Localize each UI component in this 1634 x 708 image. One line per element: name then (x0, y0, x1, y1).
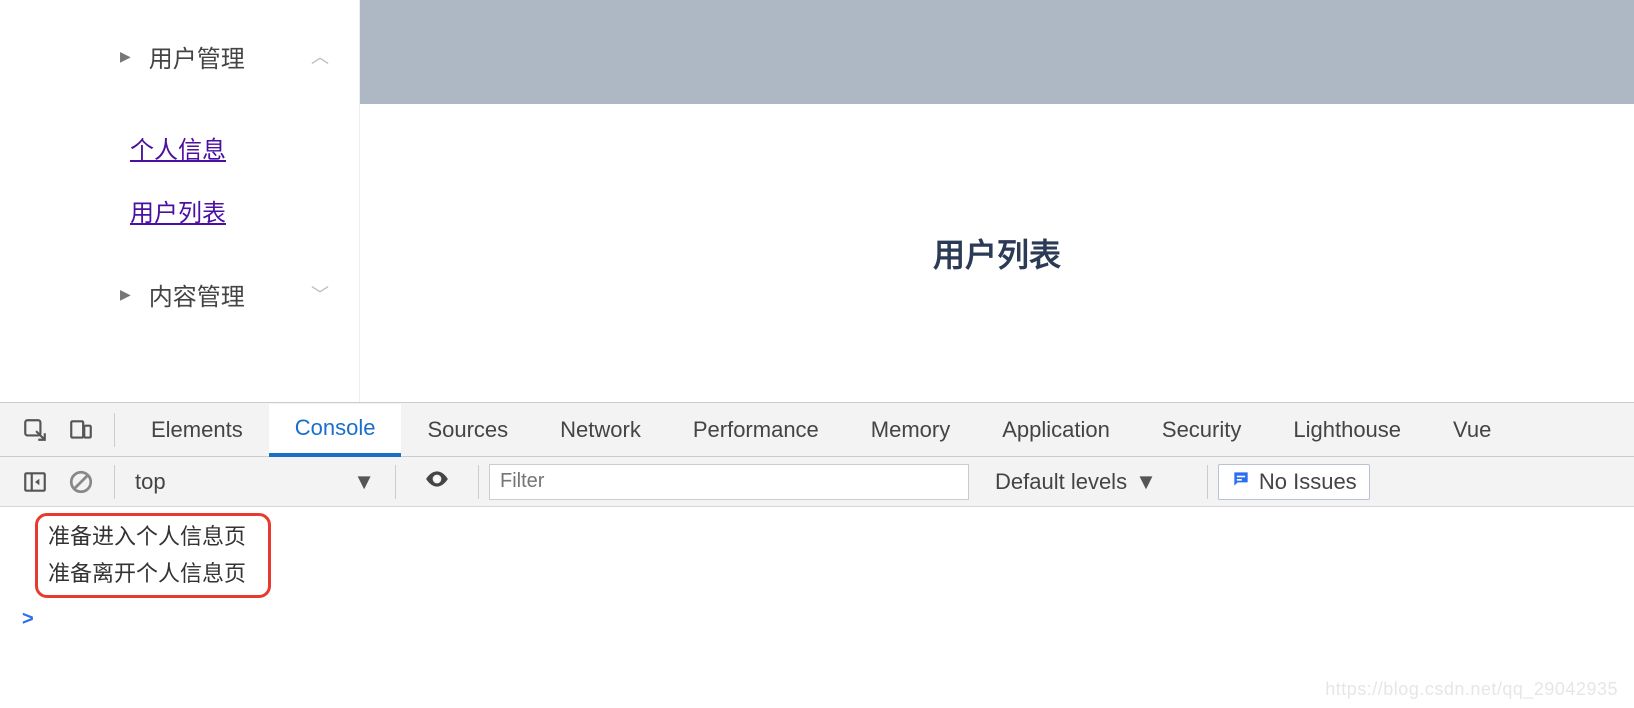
devtools: Elements Console Sources Network Perform… (0, 402, 1634, 631)
clear-console-icon[interactable] (58, 469, 104, 495)
console-prompt[interactable]: > (0, 598, 1634, 631)
sidebar-link-profile[interactable]: 个人信息 (0, 102, 359, 165)
sidebar-item-label: 内容管理 (149, 277, 245, 312)
sidebar-toggle-icon[interactable] (12, 469, 58, 495)
tab-console[interactable]: Console (269, 404, 402, 457)
tab-application[interactable]: Application (976, 403, 1136, 456)
divider (114, 413, 115, 447)
caret-right-icon: ▶ (120, 48, 131, 65)
tab-security[interactable]: Security (1136, 403, 1267, 456)
console-body: 准备进入个人信息页 准备离开个人信息页 > (0, 513, 1634, 631)
chevron-down-icon: ﹀ (311, 281, 329, 307)
message-icon (1231, 469, 1251, 495)
log-levels-selector[interactable]: Default levels ▼ (995, 469, 1157, 495)
tab-elements[interactable]: Elements (125, 403, 269, 456)
console-highlight: 准备进入个人信息页 准备离开个人信息页 (35, 513, 271, 598)
page-header (360, 0, 1634, 104)
divider (1207, 465, 1208, 499)
divider (478, 465, 479, 499)
tab-vue[interactable]: Vue (1427, 403, 1517, 456)
caret-right-icon: ▶ (120, 286, 131, 303)
sidebar: ▶ 用户管理 ︿ 个人信息 用户列表 ▶ 内容管理 ﹀ (0, 0, 360, 402)
device-toggle-icon[interactable] (58, 417, 104, 443)
console-line: 准备进入个人信息页 (48, 518, 258, 555)
console-toolbar: top ▼ Default levels ▼ No Issues (0, 457, 1634, 507)
sidebar-item-label: 用户管理 (149, 39, 245, 74)
tab-lighthouse[interactable]: Lighthouse (1267, 403, 1427, 456)
watermark: https://blog.csdn.net/qq_29042935 (1325, 679, 1618, 700)
page-title-wrap: 用户列表 (360, 104, 1634, 402)
content-area: 用户列表 (360, 0, 1634, 402)
console-filter-input[interactable] (489, 464, 969, 500)
tab-sources[interactable]: Sources (401, 403, 534, 456)
inspect-icon[interactable] (12, 417, 58, 443)
live-expression-icon[interactable] (406, 466, 468, 498)
sidebar-item-content-mgmt[interactable]: ▶ 内容管理 ﹀ (0, 258, 359, 330)
console-line: 准备离开个人信息页 (48, 555, 258, 592)
app-region: ▶ 用户管理 ︿ 个人信息 用户列表 ▶ 内容管理 ﹀ 用户列表 (0, 0, 1634, 402)
sidebar-submenu-user-mgmt: 个人信息 用户列表 (0, 92, 359, 258)
issues-label: No Issues (1259, 469, 1357, 495)
tab-memory[interactable]: Memory (845, 403, 976, 456)
triangle-down-icon: ▼ (353, 469, 375, 495)
context-label: top (135, 469, 166, 495)
divider (114, 465, 115, 499)
sidebar-item-user-mgmt[interactable]: ▶ 用户管理 ︿ (0, 20, 359, 92)
tab-network[interactable]: Network (534, 403, 667, 456)
execution-context-selector[interactable]: top ▼ (125, 464, 385, 500)
triangle-down-icon: ▼ (1135, 469, 1157, 495)
chevron-up-icon: ︿ (311, 43, 329, 69)
devtools-tabbar: Elements Console Sources Network Perform… (0, 403, 1634, 457)
tab-performance[interactable]: Performance (667, 403, 845, 456)
levels-label: Default levels (995, 469, 1127, 495)
issues-button[interactable]: No Issues (1218, 464, 1370, 500)
page-title: 用户列表 (933, 230, 1061, 276)
divider (395, 465, 396, 499)
sidebar-link-userlist[interactable]: 用户列表 (0, 165, 359, 228)
